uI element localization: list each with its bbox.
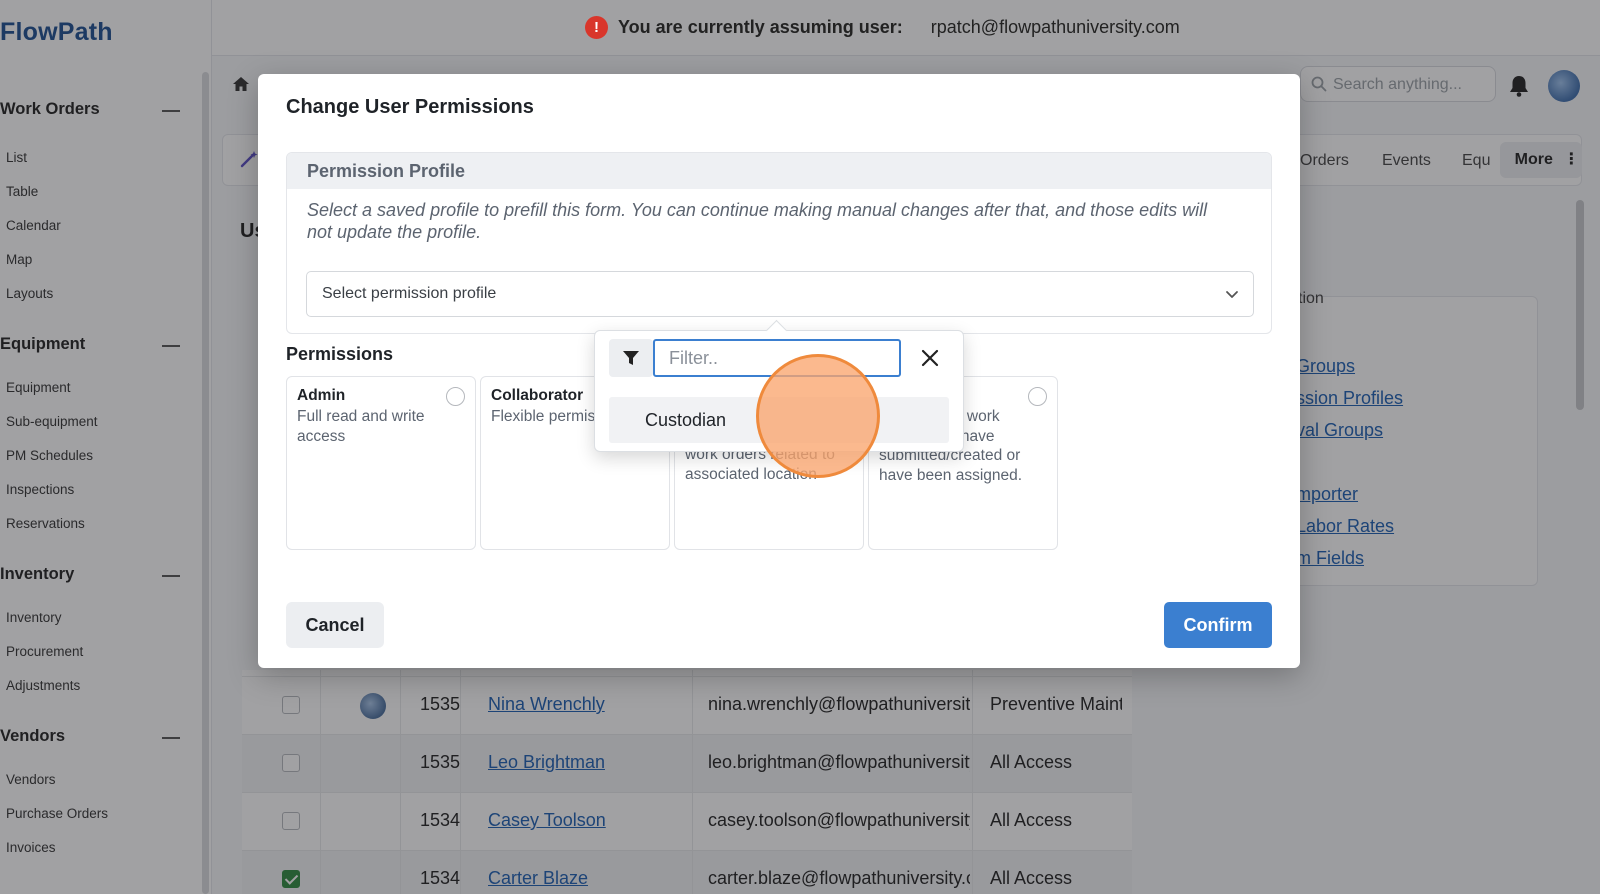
permission-radio[interactable]	[1028, 387, 1047, 406]
select-placeholder: Select permission profile	[322, 285, 497, 302]
confirm-button[interactable]: Confirm	[1164, 602, 1272, 648]
cancel-button[interactable]: Cancel	[286, 602, 384, 648]
assume-user-banner: ! You are currently assuming user: rpatc…	[0, 0, 1600, 56]
modal-title: Change User Permissions	[286, 96, 534, 118]
permission-profile-card: Permission Profile Select a saved profil…	[286, 152, 1272, 334]
permission-card-admin[interactable]: Admin Full read and write access	[286, 376, 476, 550]
click-indicator	[756, 354, 880, 478]
assume-label: You are currently assuming user:	[618, 17, 903, 37]
permission-profile-heading: Permission Profile	[287, 153, 1271, 189]
permission-card-description: Full read and write access	[297, 408, 425, 445]
filter-icon	[623, 351, 639, 365]
permission-profile-select[interactable]: Select permission profile	[306, 271, 1254, 317]
close-icon[interactable]	[917, 345, 943, 371]
permission-card-title: Admin	[297, 387, 346, 404]
option-label: Custodian	[645, 410, 727, 430]
permission-card-title: Collaborator	[491, 387, 584, 404]
chevron-down-icon	[1226, 291, 1238, 298]
permission-profile-description: Select a saved profile to prefill this f…	[307, 200, 1208, 242]
filter-toggle-button[interactable]	[609, 339, 653, 377]
assumed-user-email: rpatch@flowpathuniversity.com	[930, 17, 1180, 37]
alert-circle-icon: !	[585, 16, 608, 39]
permissions-title: Permissions	[286, 344, 394, 364]
permission-radio[interactable]	[446, 387, 465, 406]
